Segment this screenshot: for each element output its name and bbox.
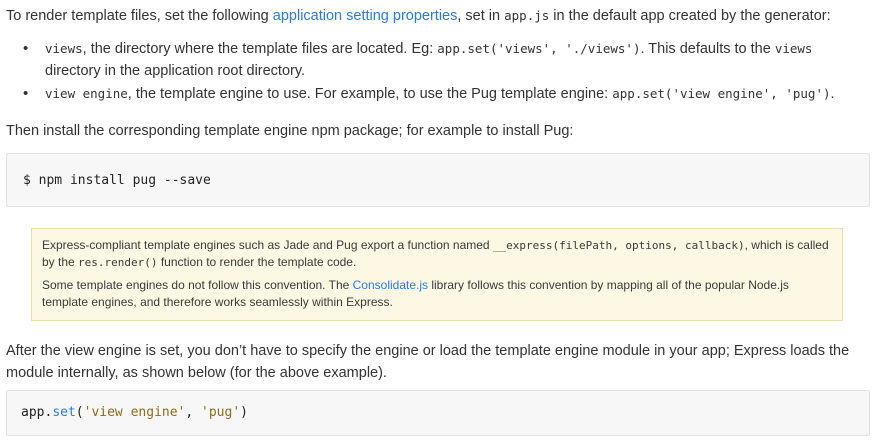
note-text: Some template engines do not follow this…	[42, 278, 353, 292]
intro-text-2: , set in	[457, 8, 505, 24]
app-set-code-block[interactable]: app.set('view engine', 'pug')	[6, 390, 870, 436]
list-item-text: , the template engine to use. For exampl…	[127, 86, 613, 102]
inline-code-views: views	[45, 41, 83, 56]
note-paragraph-2: Some template engines do not follow this…	[42, 277, 832, 311]
intro-text-1: To render template files, set the follow…	[6, 8, 273, 24]
inline-code-view-engine-example: app.set('view engine', 'pug')	[612, 86, 831, 101]
note-callout: Express-compliant template engines such …	[31, 228, 843, 321]
inline-code-view-engine: view engine	[45, 86, 128, 101]
application-settings-link[interactable]: application setting properties	[273, 8, 458, 24]
code-separator: ,	[185, 405, 202, 420]
inline-code-views-dir: views	[774, 41, 813, 56]
code-close-paren: )	[240, 405, 248, 420]
inline-code-res-render: res.render()	[78, 256, 158, 269]
docs-page: To render template files, set the follow…	[0, 0, 875, 445]
list-item-text: .	[830, 86, 835, 102]
inline-code-app-js: app.js	[504, 8, 550, 23]
code-arg-pug: 'pug'	[201, 405, 241, 420]
inline-code-views-example: app.set('views', './views')	[437, 41, 641, 56]
code-method: set	[52, 405, 76, 420]
list-item-views: views, the directory where the template …	[23, 38, 866, 82]
intro-paragraph: To render template files, set the follow…	[6, 5, 866, 27]
install-paragraph: Then install the corresponding template …	[6, 123, 574, 139]
inline-code-express-function: __express(filePath, options, callback)	[492, 239, 745, 252]
list-item-text: directory in the application root direct…	[45, 63, 306, 79]
npm-install-code-block[interactable]: $ npm install pug --save	[6, 153, 870, 207]
code-obj: app	[21, 405, 45, 420]
consolidate-js-link[interactable]: Consolidate.js	[353, 278, 428, 292]
list-item-text: , the directory where the template files…	[82, 41, 438, 57]
npm-command: $ npm install pug --save	[23, 173, 211, 188]
settings-list: views, the directory where the template …	[6, 38, 866, 106]
intro-text-3: in the default app created by the genera…	[549, 8, 831, 24]
after-paragraph: After the view engine is set, you don’t …	[6, 343, 850, 381]
note-text: Express-compliant template engines such …	[42, 238, 493, 252]
code-arg-view-engine: 'view engine'	[83, 405, 186, 420]
list-item-text: . This defaults to the	[640, 41, 775, 57]
note-paragraph-1: Express-compliant template engines such …	[42, 237, 832, 271]
list-item-view-engine: view engine, the template engine to use.…	[23, 83, 866, 105]
note-text: function to render the template code.	[157, 255, 357, 269]
code-open-paren: (	[75, 405, 84, 420]
